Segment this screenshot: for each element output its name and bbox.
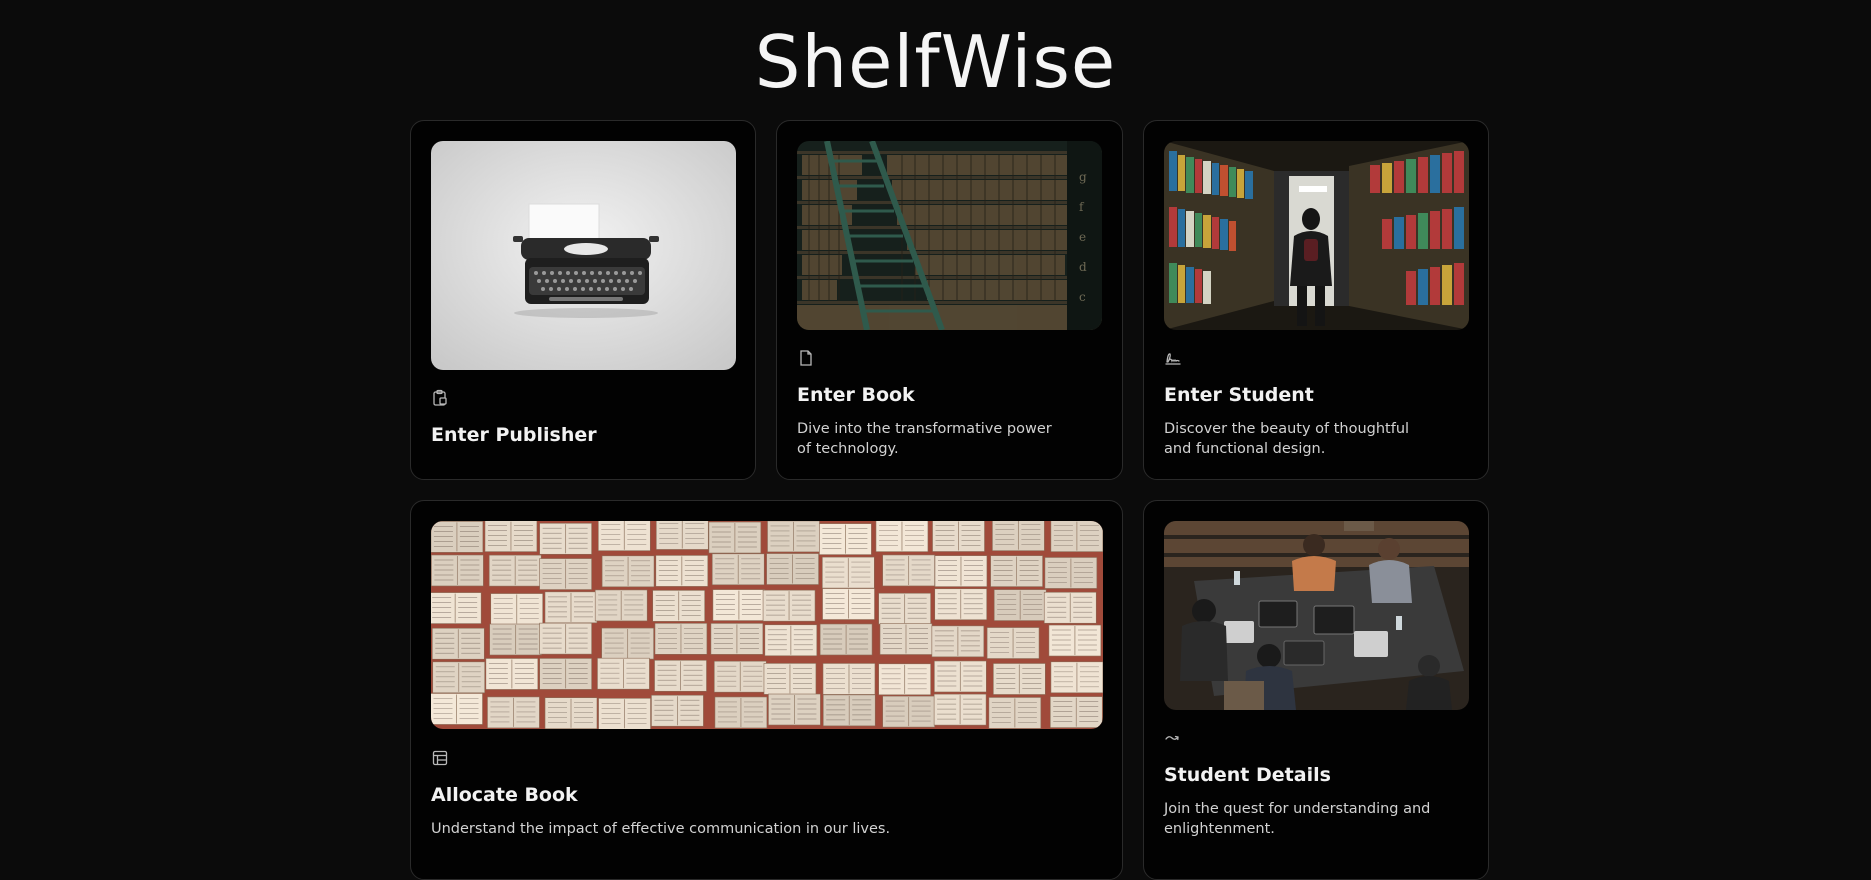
allocate-book-card[interactable]: Allocate Book Understand the impact of e… — [410, 500, 1123, 880]
enter-student-card[interactable]: Enter Student Discover the beauty of tho… — [1143, 120, 1489, 480]
card-description: Join the quest for understanding and enl… — [1164, 801, 1431, 837]
student-details-card[interactable]: Student Details Join the quest for under… — [1143, 500, 1489, 880]
card-description: Discover the beauty of thoughtful and fu… — [1164, 421, 1410, 457]
open-books-image — [431, 521, 1103, 729]
file-icon — [797, 349, 815, 367]
app-title: ShelfWise — [754, 20, 1117, 104]
clipboard-icon — [431, 389, 449, 407]
table-icon — [431, 749, 449, 767]
svg-text:c: c — [1079, 290, 1086, 304]
library-ladder-image: g f e d c — [797, 141, 1102, 330]
card-title: Enter Publisher — [431, 424, 597, 446]
card-title: Student Details — [1164, 764, 1331, 786]
card-description: Understand the impact of effective commu… — [431, 821, 891, 837]
students-laptops-image — [1164, 521, 1469, 710]
svg-text:e: e — [1079, 230, 1086, 244]
signature-icon — [1164, 349, 1182, 367]
arrow-wave-icon — [1164, 729, 1182, 747]
card-description: Dive into the transformative power of te… — [797, 421, 1052, 457]
typewriter-image — [431, 141, 736, 370]
svg-text:g: g — [1079, 170, 1087, 184]
library-aisle-image — [1164, 141, 1469, 330]
svg-text:d: d — [1079, 260, 1087, 274]
card-title: Enter Student — [1164, 384, 1314, 406]
card-title: Allocate Book — [431, 784, 578, 806]
enter-book-card[interactable]: g f e d c Enter Book Dive into the trans… — [776, 120, 1123, 480]
card-title: Enter Book — [797, 384, 915, 406]
enter-publisher-card[interactable]: Enter Publisher — [410, 120, 756, 480]
